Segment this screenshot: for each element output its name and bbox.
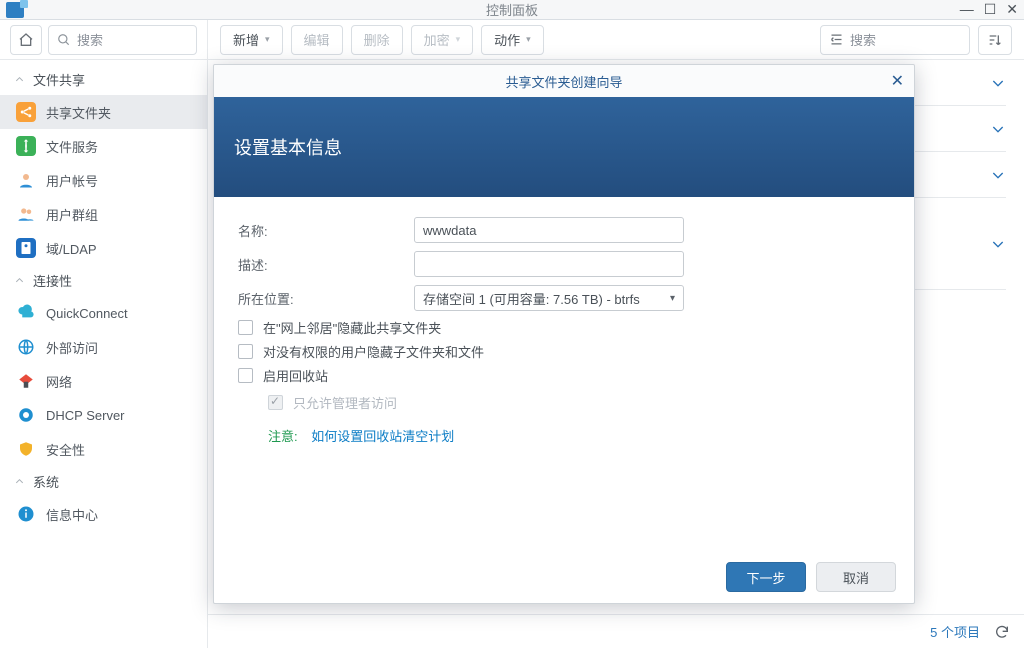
- sidebar-item-group[interactable]: 用户群组: [0, 197, 207, 231]
- sidebar-item-quickconnect[interactable]: QuickConnect: [0, 296, 207, 330]
- toolbar-search-input[interactable]: 搜索: [820, 25, 970, 55]
- admin-only-checkbox: 只允许管理者访问: [268, 393, 890, 412]
- edit-button[interactable]: 编辑: [291, 25, 343, 55]
- delete-button[interactable]: 删除: [351, 25, 403, 55]
- encrypt-button[interactable]: 加密▾: [411, 25, 474, 55]
- sidebar-item-network[interactable]: 网络: [0, 364, 207, 398]
- note-label: 注意:: [268, 429, 298, 444]
- sidebar-item-domain[interactable]: 域/LDAP: [0, 231, 207, 265]
- sidebar-group-connectivity[interactable]: 连接性: [0, 265, 207, 296]
- window-titlebar: 控制面板 — ☐ ✕: [0, 0, 1024, 20]
- sidebar-item-file-services[interactable]: 文件服务: [0, 129, 207, 163]
- dialog-titlebar: 共享文件夹创建向导 ✕: [214, 65, 914, 97]
- window-close-icon[interactable]: ✕: [1006, 0, 1018, 18]
- desc-label: 描述:: [238, 255, 414, 274]
- sidebar-group-fileshare[interactable]: 文件共享: [0, 64, 207, 95]
- note-row: 注意: 如何设置回收站清空计划: [268, 426, 890, 445]
- location-select[interactable]: 存储空间 1 (可用容量: 7.56 TB) - btrfs ▾: [414, 285, 684, 311]
- location-label: 所在位置:: [238, 289, 414, 308]
- dialog-close-icon[interactable]: ✕: [891, 71, 904, 91]
- sidebar-search-placeholder: 搜索: [77, 30, 103, 49]
- window-min-icon[interactable]: —: [960, 0, 974, 18]
- dialog-banner-title: 设置基本信息: [234, 134, 342, 160]
- sort-button[interactable]: [978, 25, 1012, 55]
- sidebar-item-external-access[interactable]: 外部访问: [0, 330, 207, 364]
- note-link[interactable]: 如何设置回收站清空计划: [311, 429, 454, 444]
- sidebar-item-info-center[interactable]: 信息中心: [0, 497, 207, 531]
- item-count: 5 个项目: [930, 622, 980, 641]
- home-button[interactable]: [10, 25, 42, 55]
- top-toolbar: 搜索 新增▾ 编辑 删除 加密▾ 动作▾ 搜索: [0, 20, 1024, 60]
- hide-noperm-checkbox[interactable]: 对没有权限的用户隐藏子文件夹和文件: [238, 342, 890, 361]
- refresh-icon[interactable]: [994, 624, 1010, 640]
- enable-recycle-checkbox[interactable]: 启用回收站: [238, 366, 890, 385]
- dialog-banner: 设置基本信息: [214, 97, 914, 197]
- chevron-down-icon: ▾: [670, 293, 675, 304]
- create-shared-folder-wizard: 共享文件夹创建向导 ✕ 设置基本信息 名称: 描述: 所在位置: 存储空间 1 …: [213, 64, 915, 604]
- cancel-button[interactable]: 取消: [816, 562, 896, 592]
- action-button[interactable]: 动作▾: [481, 25, 544, 55]
- status-footer: 5 个项目: [208, 614, 1024, 648]
- sidebar-item-shared-folder[interactable]: 共享文件夹: [0, 95, 207, 129]
- sidebar-item-security[interactable]: 安全性: [0, 432, 207, 466]
- sidebar: 文件共享 共享文件夹 文件服务 用户帐号 用户群组 域/LDAP 连接性: [0, 60, 208, 648]
- sidebar-item-dhcp[interactable]: DHCP Server: [0, 398, 207, 432]
- sidebar-item-user[interactable]: 用户帐号: [0, 163, 207, 197]
- name-input[interactable]: [414, 217, 684, 243]
- window-max-icon[interactable]: ☐: [984, 0, 997, 18]
- desc-input[interactable]: [414, 251, 684, 277]
- next-button[interactable]: 下一步: [726, 562, 806, 592]
- location-value: 存储空间 1 (可用容量: 7.56 TB) - btrfs: [423, 289, 640, 308]
- name-label: 名称:: [238, 221, 414, 240]
- sidebar-search-input[interactable]: 搜索: [48, 25, 197, 55]
- new-button[interactable]: 新增▾: [220, 25, 283, 55]
- window-title: 控制面板: [0, 0, 1024, 19]
- sidebar-group-system[interactable]: 系统: [0, 466, 207, 497]
- hide-network-checkbox[interactable]: 在"网上邻居"隐藏此共享文件夹: [238, 318, 890, 337]
- dialog-title: 共享文件夹创建向导: [505, 72, 622, 91]
